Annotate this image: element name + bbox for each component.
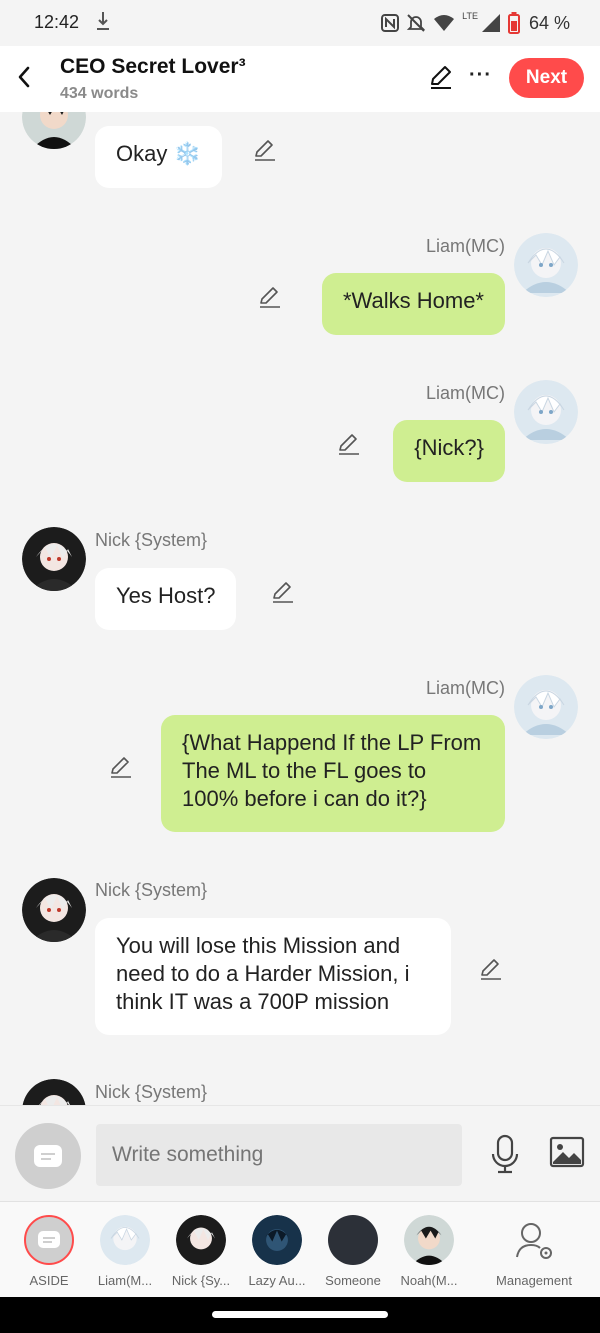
message-bubble[interactable]: Yes Host?: [95, 568, 237, 630]
chat-area[interactable]: Okay ❄️ Liam(MC) *Walks Home* Liam(MC) {…: [0, 112, 600, 1105]
avatar-lazy: [252, 1215, 302, 1265]
next-button[interactable]: Next: [509, 58, 584, 98]
download-icon: [97, 12, 109, 30]
signal-icon: [481, 14, 500, 32]
status-time: 12:42: [34, 12, 80, 32]
battery-icon: [507, 12, 520, 34]
battery-percent: 64 %: [528, 12, 570, 33]
aside-toggle-button[interactable]: [15, 1123, 81, 1189]
avatar-nick[interactable]: [22, 878, 86, 942]
character-label: Someone: [325, 1273, 381, 1288]
avatar-nick: [176, 1215, 226, 1265]
character-bar: ASIDE Liam(M... Nick {Sy... Lazy Au... S…: [0, 1201, 600, 1297]
avatar-someone: [328, 1215, 378, 1265]
character-label: Lazy Au...: [248, 1273, 306, 1288]
edit-message-icon[interactable]: [479, 957, 503, 981]
nfc-icon: [381, 14, 400, 32]
character-label: ASIDE: [29, 1273, 69, 1288]
message-bubble[interactable]: *Walks Home*: [322, 273, 505, 335]
word-count: 434 words: [60, 85, 139, 102]
aside-icon: [38, 1231, 60, 1248]
speaker-name: Nick {System}: [95, 880, 208, 900]
character-label: Liam(M...: [97, 1273, 153, 1288]
character-liam[interactable]: Liam(M...: [87, 1212, 163, 1296]
avatar-noah: [404, 1215, 454, 1265]
management-icon: [516, 1223, 552, 1259]
edit-message-icon[interactable]: [337, 432, 361, 456]
image-icon[interactable]: [549, 1136, 585, 1168]
avatar-liam[interactable]: [514, 233, 578, 297]
aside-icon: [34, 1145, 62, 1167]
character-management[interactable]: Management: [490, 1212, 578, 1296]
speaker-name: Liam(MC): [426, 236, 505, 256]
system-nav-bar: [0, 1297, 600, 1333]
character-label: Nick {Sy...: [171, 1273, 231, 1288]
avatar-nick[interactable]: [22, 1079, 86, 1105]
story-title: CEO Secret Lover³: [60, 55, 246, 78]
back-arrow-icon[interactable]: [12, 62, 36, 92]
character-aside[interactable]: ASIDE: [11, 1212, 87, 1296]
message-bubble[interactable]: {Nick?}: [393, 420, 505, 482]
character-lazy[interactable]: Lazy Au...: [239, 1212, 315, 1296]
input-bar: [0, 1105, 600, 1201]
aside-avatar: [24, 1215, 74, 1265]
speaker-name: Liam(MC): [426, 383, 505, 403]
home-handle[interactable]: [212, 1311, 388, 1318]
speaker-name: Nick {System}: [95, 530, 208, 550]
character-someone[interactable]: Someone: [315, 1212, 391, 1296]
avatar-liam[interactable]: [514, 380, 578, 444]
microphone-icon[interactable]: [489, 1134, 521, 1174]
character-label: Management: [496, 1273, 572, 1288]
message-bubble[interactable]: You will lose this Mission and need to d…: [95, 918, 451, 1035]
message-input[interactable]: [96, 1124, 462, 1186]
avatar-noah[interactable]: [22, 112, 86, 149]
mute-icon: [406, 14, 426, 32]
message-bubble[interactable]: Okay ❄️: [95, 126, 222, 188]
edit-message-icon[interactable]: [258, 285, 282, 309]
edit-pencil-icon[interactable]: [428, 64, 454, 90]
character-nick[interactable]: Nick {Sy...: [163, 1212, 239, 1296]
avatar-liam[interactable]: [514, 675, 578, 739]
status-icons: LTE 64 %: [381, 10, 570, 36]
avatar-liam: [100, 1215, 150, 1265]
lte-label: LTE: [462, 11, 478, 21]
edit-message-icon[interactable]: [109, 755, 133, 779]
more-options-icon[interactable]: ···: [469, 64, 491, 90]
character-label: Noah(M...: [400, 1273, 458, 1288]
message-bubble[interactable]: {What Happend If the LP From The ML to t…: [161, 715, 505, 832]
avatar-nick[interactable]: [22, 527, 86, 591]
character-noah[interactable]: Noah(M...: [391, 1212, 467, 1296]
status-bar: 12:42 LTE 64 %: [0, 0, 600, 46]
edit-message-icon[interactable]: [253, 138, 277, 162]
speaker-name: Nick {System}: [95, 1082, 208, 1102]
edit-message-icon[interactable]: [271, 580, 295, 604]
speaker-name: Liam(MC): [426, 678, 505, 698]
wifi-icon: [434, 15, 455, 31]
app-header: CEO Secret Lover³ 434 words ··· Next: [0, 46, 600, 112]
